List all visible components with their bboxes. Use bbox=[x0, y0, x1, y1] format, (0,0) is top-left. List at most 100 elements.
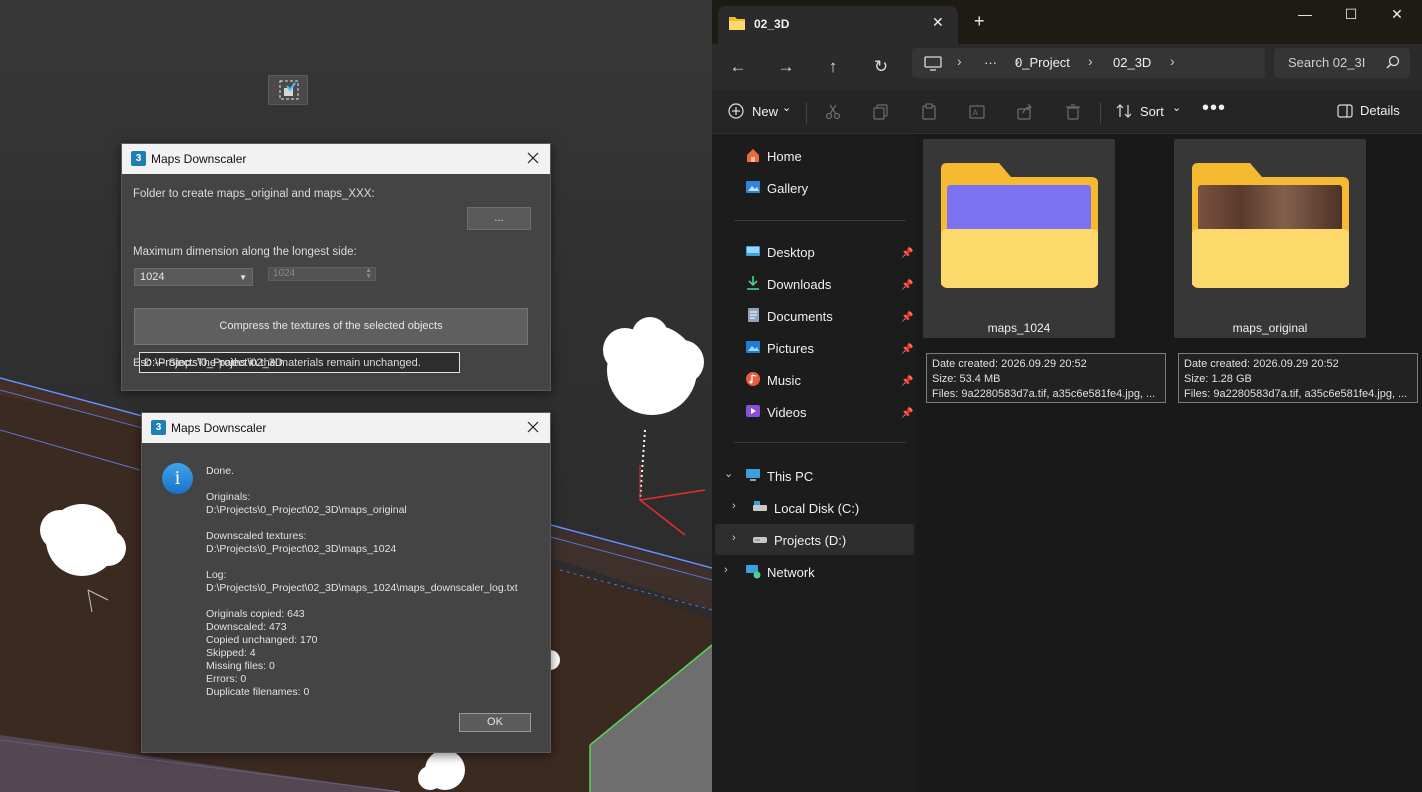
tab-title: 02_3D bbox=[754, 17, 790, 31]
tab-close-icon[interactable]: ✕ bbox=[932, 14, 944, 31]
dialog-title: Maps Downscaler bbox=[151, 152, 247, 166]
folder-label: Folder to create maps_original and maps_… bbox=[133, 188, 375, 200]
network-icon bbox=[746, 565, 761, 579]
drive-icon bbox=[753, 537, 767, 543]
download-icon bbox=[747, 276, 759, 290]
3dsmax-app-icon: 3 bbox=[151, 420, 166, 435]
videos-icon bbox=[746, 405, 760, 417]
breadcrumb-item[interactable]: 0_Project bbox=[1015, 55, 1070, 70]
nav-label: This PC bbox=[767, 469, 814, 484]
tab-02-3d[interactable]: 02_3D ✕ bbox=[718, 6, 958, 44]
maximize-button[interactable]: ☐ bbox=[1328, 3, 1374, 27]
more-options-button[interactable]: ••• bbox=[1202, 97, 1226, 120]
breadcrumb-item[interactable]: 02_3D bbox=[1113, 55, 1151, 70]
tooltip-files: Files: 9a2280583d7a.tif, a35c6e581fe4.jp… bbox=[1184, 388, 1408, 400]
sort-label: Sort bbox=[1140, 104, 1164, 119]
ok-button[interactable]: OK bbox=[459, 713, 531, 732]
tooltip-date: Date created: 2026.09.29 20:52 bbox=[932, 358, 1087, 370]
search-placeholder: Search 02_3I bbox=[1288, 55, 1366, 70]
selection-region-icon bbox=[279, 80, 299, 100]
close-icon[interactable] bbox=[524, 149, 542, 167]
max-dimension-spinner: 1024 ▲ ▼ bbox=[268, 267, 376, 281]
nav-label: Local Disk (C:) bbox=[774, 501, 860, 516]
folder-tile-maps-1024[interactable]: maps_1024 bbox=[923, 139, 1115, 338]
max-dimension-dropdown[interactable]: 1024 ▼ bbox=[134, 268, 253, 286]
search-icon bbox=[1386, 55, 1400, 69]
monitor-icon bbox=[924, 56, 942, 71]
folder-info-tooltip: Date created: 2026.09.29 20:52 Size: 1.2… bbox=[1178, 353, 1418, 403]
chevron-down-icon: ⌄ bbox=[1172, 102, 1182, 114]
delete-icon[interactable] bbox=[1064, 103, 1082, 121]
log-label: Log: bbox=[206, 569, 227, 581]
folder-icon bbox=[941, 163, 1098, 288]
forward-button[interactable]: → bbox=[773, 54, 799, 80]
close-window-button[interactable]: ✕ bbox=[1374, 3, 1420, 27]
browse-button[interactable]: ... bbox=[467, 207, 531, 230]
folder-name: maps_1024 bbox=[987, 321, 1051, 335]
expand-chevron-icon[interactable]: ⌄ bbox=[724, 467, 733, 480]
3dsmax-app-icon: 3 bbox=[131, 151, 146, 166]
3d-viewport[interactable]: 3 Maps Downscaler Folder to create maps_… bbox=[0, 0, 712, 792]
spinner-value: 1024 bbox=[273, 268, 296, 279]
new-label: New bbox=[752, 104, 779, 119]
tooltip-files: Files: 9a2280583d7a.tif, a35c6e581fe4.jp… bbox=[932, 388, 1156, 400]
stat-line: Copied unchanged: 170 bbox=[206, 634, 318, 646]
stat-line: Missing files: 0 bbox=[206, 660, 275, 672]
pin-icon: 📌 bbox=[901, 408, 914, 419]
stat-line: Originals copied: 643 bbox=[206, 608, 305, 620]
tooltip-date: Date created: 2026.09.29 20:52 bbox=[1184, 358, 1339, 370]
folder-tile-maps-original[interactable]: maps_original bbox=[1174, 139, 1366, 338]
local-disk-icon bbox=[753, 501, 767, 511]
tab-bar: 02_3D ✕ + — ☐ ✕ bbox=[712, 0, 1422, 44]
pin-icon: 📌 bbox=[901, 344, 914, 355]
breadcrumb-more[interactable]: ··· bbox=[984, 55, 997, 70]
log-path: D:\Projects\0_Project\02_3D\maps_1024\ma… bbox=[206, 582, 518, 594]
compress-textures-button[interactable]: Compress the textures of the selected ob… bbox=[134, 308, 528, 345]
pin-icon: 📌 bbox=[901, 280, 914, 291]
address-bar[interactable]: › ··· › 0_Project › 02_3D › bbox=[912, 48, 1265, 78]
desktop-icon bbox=[746, 246, 760, 256]
nav-label: Gallery bbox=[767, 181, 809, 196]
copy-icon[interactable] bbox=[872, 103, 890, 121]
result-dialog: 3 Maps Downscaler i Done. Originals: D:\… bbox=[141, 412, 551, 753]
dialog-titlebar[interactable]: 3 Maps Downscaler bbox=[142, 413, 550, 443]
back-button[interactable]: ← bbox=[725, 54, 751, 80]
dialog-titlebar[interactable]: 3 Maps Downscaler bbox=[122, 144, 550, 174]
this-pc-icon bbox=[746, 469, 760, 481]
nav-label: Home bbox=[767, 149, 802, 164]
details-pane-icon bbox=[1337, 104, 1353, 118]
navigation-pane: Home Gallery Desktop 📌 Downloads 📌 Docum… bbox=[712, 134, 917, 792]
close-icon[interactable] bbox=[524, 418, 542, 436]
refresh-button[interactable]: ↻ bbox=[868, 54, 894, 80]
expand-chevron-icon[interactable]: › bbox=[732, 532, 736, 544]
rename-icon[interactable]: A bbox=[968, 103, 986, 121]
expand-chevron-icon[interactable]: › bbox=[732, 500, 736, 512]
nav-label: Music bbox=[767, 373, 801, 388]
cut-icon[interactable] bbox=[824, 103, 842, 121]
nav-label: Network bbox=[767, 565, 815, 580]
pictures-icon bbox=[746, 341, 760, 353]
max-dimension-label: Maximum dimension along the longest side… bbox=[133, 246, 357, 258]
selection-tool-button[interactable] bbox=[268, 75, 308, 105]
dropdown-value: 1024 bbox=[140, 271, 165, 283]
chevron-down-icon: ⌄ bbox=[782, 102, 792, 114]
expand-chevron-icon[interactable]: › bbox=[724, 564, 728, 576]
nav-label: Projects (D:) bbox=[774, 533, 847, 548]
folder-icon bbox=[729, 17, 745, 30]
share-icon[interactable] bbox=[1016, 103, 1034, 121]
breadcrumb-separator: › bbox=[957, 53, 962, 69]
gallery-icon bbox=[746, 181, 760, 193]
folder-name: maps_original bbox=[1232, 321, 1308, 335]
pin-icon: 📌 bbox=[901, 248, 914, 259]
file-list-pane: maps_1024 maps_original Date created: 20… bbox=[917, 134, 1422, 792]
breadcrumb-separator: › bbox=[1170, 53, 1175, 69]
tooltip-size: Size: 53.4 MB bbox=[932, 373, 1001, 385]
minimize-button[interactable]: — bbox=[1282, 3, 1328, 27]
downscaled-label: Downscaled textures: bbox=[206, 530, 307, 542]
search-box[interactable]: Search 02_3I bbox=[1274, 48, 1410, 78]
nav-label: Desktop bbox=[767, 245, 815, 260]
paste-icon[interactable] bbox=[920, 103, 938, 121]
up-button[interactable]: ↑ bbox=[820, 54, 846, 80]
spinner-arrows-icon: ▲ ▼ bbox=[365, 267, 372, 280]
new-tab-button[interactable]: + bbox=[974, 11, 985, 32]
